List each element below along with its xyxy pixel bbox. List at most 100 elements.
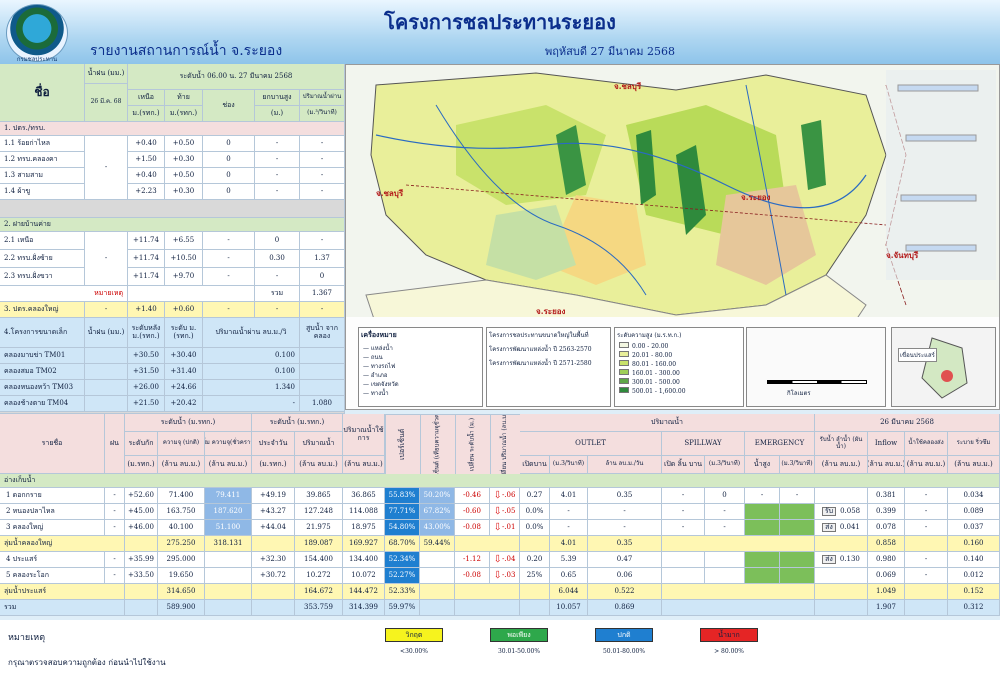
col-emer-cms: (ม.3/วินาที) <box>780 456 815 474</box>
col-divert-unit: (ล้าน ลบ.ม.) <box>815 456 868 474</box>
reservoir-name: 2 หนองปลาไหล <box>0 504 105 520</box>
gate-row-cell: +0.40 <box>128 168 165 184</box>
reservoir-mcm: - <box>588 504 662 520</box>
col-pct2: เปอร์เซ็นต์ (เทียบความจุชั่วคราว) <box>420 414 455 474</box>
col-header-down: ท้าย <box>165 90 203 106</box>
area-legend-title: โครงการชลประทานขนาดใหญ่ในพื้นที่ <box>489 332 589 339</box>
reservoir-mcm: 0.06 <box>588 568 662 584</box>
reservoir-spill-cms <box>705 568 745 584</box>
reservoir-spill-cms: - <box>705 520 745 536</box>
small-proj-level2-header: ระดับ ม. (รทก.) <box>165 318 203 348</box>
reservoir-cap: 295.000 <box>158 552 205 568</box>
reservoir-cap: 19.650 <box>158 568 205 584</box>
reservoir-canal: - <box>905 552 948 568</box>
col-emergency: EMERGENCY <box>745 432 815 456</box>
subtotal-inflow: 0.858 <box>868 536 905 552</box>
gate-row-cell: +2.23 <box>128 184 165 200</box>
reservoir-inflow: 0.078 <box>868 520 905 536</box>
section-1-title: 1. ปตร./ทรบ. <box>0 122 345 136</box>
reservoir-pct: 54.80% <box>385 520 420 536</box>
subtotal-name: ลุ่มน้ำคลองใหญ่ <box>0 536 125 552</box>
small-proj-rain-header: น้ำฝน (มม.) <box>85 318 128 348</box>
reservoir-spill-open: - <box>662 504 705 520</box>
subtotal-cell <box>252 584 295 600</box>
small-proj-level: +26.00 <box>128 380 165 396</box>
col-open: เปิดบาน <box>520 456 550 474</box>
reservoir-divert: ส่ง 0.041 <box>815 520 868 536</box>
reservoir-evap: 0.140 <box>948 552 1000 568</box>
reservoir-use: 114.088 <box>343 504 385 520</box>
map-label-rayong-city: จ.ระยอง <box>536 306 566 316</box>
reservoir-emer-cms <box>780 504 815 520</box>
reservoir-cap: 40.100 <box>158 520 205 536</box>
down-arrow-icon: ⇩ <box>493 506 502 517</box>
vchg-value: -.06 <box>501 490 516 499</box>
reservoir-emer-high <box>745 568 780 584</box>
subtotal-cell <box>252 600 295 616</box>
subtotal-pct2 <box>420 584 455 600</box>
small-proj-rain <box>85 396 128 412</box>
group-header: อ่างเก็บน้ำ <box>0 474 1000 488</box>
col-vchg: เปลี่ยน ปริมาณน้ำ (ลบ.ม.) <box>490 414 520 474</box>
reservoir-emer-high <box>745 552 780 568</box>
reservoir-vol: 10.272 <box>295 568 343 584</box>
col-now-unit: (ม.รทก.) <box>252 456 295 474</box>
small-proj-name: คลองหนองหว้า TM03 <box>0 380 85 396</box>
sum-value: 1.367 <box>300 286 345 302</box>
subtotal-evap: 0.160 <box>948 536 1000 552</box>
elev-item: 160.01 - 300.00 <box>619 369 739 378</box>
small-proj-rain <box>85 380 128 396</box>
legend-title: เครื่องหมาย <box>361 330 397 339</box>
reservoir-max: 79.411 <box>205 488 252 504</box>
subtotal-vol: 164.672 <box>295 584 343 600</box>
small-proj-level: +21.50 <box>128 396 165 412</box>
reservoir-vchg: ⇩ -.05 <box>490 504 520 520</box>
gate-row-cell: 0 <box>203 184 255 200</box>
col-level-group: ระดับน้ำ (ม.รทก.) <box>125 414 252 432</box>
reservoir-now: +44.04 <box>252 520 295 536</box>
col-now: ประจำวัน <box>252 432 295 456</box>
scale-bar <box>767 380 867 384</box>
subtotal-use: 314.399 <box>343 600 385 616</box>
weir-row-cell: +11.74 <box>128 268 165 286</box>
subtotal-pct: 52.33% <box>385 584 420 600</box>
reservoir-cms: 0.65 <box>550 568 588 584</box>
col-header-lift-unit: (ม.) <box>255 106 300 122</box>
col-vol-unit: (ล้าน ลบ.ม.) <box>295 456 343 474</box>
weir-row-cell: - <box>300 232 345 250</box>
small-proj-pump-header: สูบน้ำ จาก คลอง <box>300 318 345 348</box>
reservoir-chg: -0.08 <box>455 568 490 584</box>
col-outlet-mcm: ล้าน ลบ.ม./วัน <box>588 456 662 474</box>
note-blank <box>128 286 255 302</box>
elev-item: 80.01 - 160.00 <box>619 360 739 369</box>
small-proj-level: +30.50 <box>128 348 165 364</box>
subtotal-cms: 4.01 <box>550 536 588 552</box>
map-label-chonburi-2: จ.ชลบุรี <box>376 188 404 198</box>
gate-row-cell: 0 <box>203 136 255 152</box>
reservoir-cap: 163.750 <box>158 504 205 520</box>
subtotal-cap: 275.250 <box>158 536 205 552</box>
small-proj-level: +31.50 <box>128 364 165 380</box>
col-use: ปริมาณน้ำใช้ การ <box>343 414 385 456</box>
col-inflow: Inflow <box>868 432 905 456</box>
gate-row-cell: 0 <box>203 168 255 184</box>
gate-row-cell: - <box>255 168 300 184</box>
reservoir-pct: 52.27% <box>385 568 420 584</box>
reservoir-full: +45.00 <box>125 504 158 520</box>
reservoir-max <box>205 568 252 584</box>
status-badge: วิกฤต <box>385 628 443 642</box>
map-legend-symbols: เครื่องหมาย — แหล่งน้ำ — ถนน — ทางรถไฟ — อำ… <box>358 327 483 407</box>
reservoir-vol: 127.248 <box>295 504 343 520</box>
section-3-name: 3. ปตร.คลองใหญ่ <box>0 302 85 318</box>
map-label-chonburi-1: จ.ชลบุรี <box>614 81 642 91</box>
section-spacer <box>0 200 345 218</box>
section-3-cell: - <box>255 302 300 318</box>
reservoir-inflow: 0.980 <box>868 552 905 568</box>
legend-item: — เขตจังหวัด <box>363 381 399 388</box>
col-header-level: ระดับน้ำ 06.00 น. 27 มีนาคม 2568 <box>128 64 345 90</box>
small-proj-pump <box>300 380 345 396</box>
small-proj-name: คลองช้างตาย TM04 <box>0 396 85 412</box>
col-header-flow: ปริมาณน้ำผ่าน <box>300 90 345 106</box>
reservoir-full: +33.50 <box>125 568 158 584</box>
report-page: กรมชลประทาน โครงการชลประทานระยอง รายงานส… <box>0 0 1000 676</box>
